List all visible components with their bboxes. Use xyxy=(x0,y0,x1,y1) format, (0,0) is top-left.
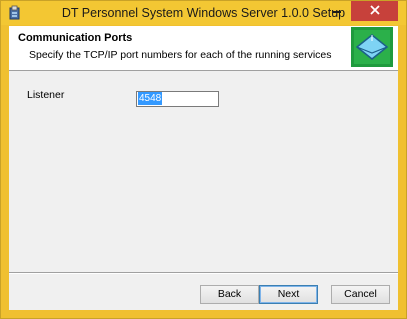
close-icon xyxy=(369,2,380,20)
next-button[interactable]: Next xyxy=(259,285,318,304)
listener-port-field[interactable]: 4548 xyxy=(136,91,219,107)
minimize-button[interactable] xyxy=(323,1,350,21)
title-bar[interactable]: DT Personnel System Windows Server 1.0.0… xyxy=(1,1,406,25)
minimize-icon xyxy=(332,2,342,20)
setup-window: DT Personnel System Windows Server 1.0.0… xyxy=(0,0,407,319)
cancel-button[interactable]: Cancel xyxy=(331,285,390,304)
listener-label: Listener xyxy=(27,89,65,101)
header-banner: Communication Ports Specify the TCP/IP p… xyxy=(9,26,398,71)
footer-divider xyxy=(9,272,398,274)
dialog-body: Communication Ports Specify the TCP/IP p… xyxy=(9,26,398,310)
setup-logo-icon xyxy=(351,27,393,67)
page-subtitle: Specify the TCP/IP port numbers for each… xyxy=(29,49,332,61)
close-button[interactable] xyxy=(351,1,398,21)
page-title: Communication Ports xyxy=(18,32,133,44)
listener-port-value: 4548 xyxy=(138,92,163,105)
back-button[interactable]: Back xyxy=(200,285,259,304)
